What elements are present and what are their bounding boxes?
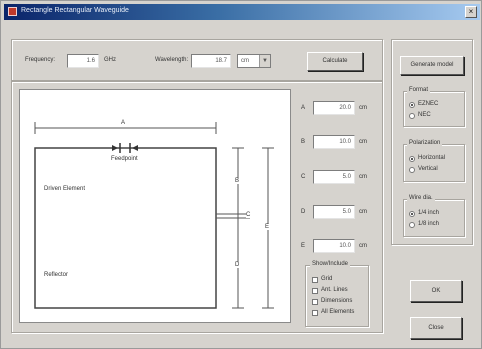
show-include-title: Show/Include (310, 261, 351, 267)
dim-e-label: E (265, 224, 270, 230)
driven-element-label: Driven Element (44, 186, 86, 192)
wavelength-label: Wavelength: (155, 57, 189, 63)
format-group (403, 91, 465, 127)
dim-a-input[interactable]: 20.0 (313, 101, 355, 115)
ok-button[interactable]: OK (410, 280, 462, 302)
dim-d-unit: cm (359, 209, 367, 215)
dim-a-unit: cm (359, 105, 367, 111)
wavelength-input[interactable]: 18.7 (191, 54, 231, 68)
frequency-unit: GHz (104, 57, 116, 63)
dim-d-field-label: D (301, 209, 306, 215)
dim-a-label: A (121, 120, 126, 126)
dim-d-input[interactable]: 5.0 (313, 205, 355, 219)
app-icon (8, 7, 17, 16)
dim-e-unit: cm (359, 243, 367, 249)
frequency-label: Frequency: (25, 57, 56, 63)
antenna-diagram: A Feedpoint Driven Element Reflector B D… (19, 89, 291, 323)
format-title: Format (407, 87, 431, 93)
format-radio-nec[interactable] (409, 113, 415, 119)
dim-b-unit: cm (359, 139, 367, 145)
wire-dia-group (403, 199, 465, 237)
polarization-radio-vertical[interactable] (409, 167, 415, 173)
wire-dia-radio-eighth-label: 1/8 inch (418, 221, 440, 227)
dim-c-input[interactable]: 5.0 (313, 170, 355, 184)
dim-a-field-label: A (301, 105, 306, 111)
checkbox-grid[interactable] (312, 277, 318, 283)
frequency-input[interactable]: 1.6 (67, 54, 99, 68)
show-include-group (305, 265, 369, 327)
checkbox-all-elements-label: All Elements (321, 309, 355, 315)
feedpoint-label: Feedpoint (111, 156, 138, 162)
wavelength-unit-select[interactable]: cm ▼ (237, 54, 271, 68)
calculate-button[interactable]: Calculate (307, 52, 363, 71)
dim-e-field-label: E (301, 243, 306, 249)
polarization-radio-horizontal[interactable] (409, 156, 415, 162)
wire-dia-radio-quarter-label: 1/4 inch (418, 210, 440, 216)
window-title: Rectangle Rectangular Waveguide (21, 7, 129, 14)
dim-c-label: C (246, 212, 251, 218)
polarization-radio-vertical-label: Vertical (418, 166, 438, 172)
dim-d-label: D (235, 262, 240, 268)
dim-b-field-label: B (301, 139, 306, 145)
dialog-window: Rectangle Rectangular Waveguide × Freque… (0, 0, 482, 349)
feedpoint-arrow-right (132, 145, 138, 151)
polarization-group (403, 144, 465, 182)
wire-dia-title: Wire dia. (407, 195, 435, 201)
feedpoint-arrow-left (112, 145, 118, 151)
checkbox-dimensions-label: Dimensions (321, 298, 353, 304)
dim-e-input[interactable]: 10.0 (313, 239, 355, 253)
format-radio-nec-label: NEC (418, 112, 431, 118)
dim-b-label: B (235, 178, 240, 184)
element-rectangle (34, 147, 217, 309)
diagram-svg (34, 122, 274, 309)
close-icon[interactable]: × (465, 6, 477, 18)
format-radio-eznec-label: EZNEC (418, 101, 439, 107)
checkbox-dimensions[interactable] (312, 299, 318, 305)
checkbox-ant-lines-label: Ant. Lines (321, 287, 348, 293)
format-radio-eznec[interactable] (409, 102, 415, 108)
generate-model-button[interactable]: Generate model (400, 56, 464, 75)
checkbox-grid-label: Grid (321, 276, 333, 282)
dim-c-unit: cm (359, 174, 367, 180)
close-button[interactable]: Close (410, 317, 462, 339)
checkbox-all-elements[interactable] (312, 310, 318, 316)
wire-dia-radio-eighth[interactable] (409, 222, 415, 228)
checkbox-ant-lines[interactable] (312, 288, 318, 294)
chevron-down-icon[interactable]: ▼ (259, 55, 270, 67)
polarization-radio-horizontal-label: Horizontal (418, 155, 446, 161)
dim-c-field-label: C (301, 174, 306, 180)
title-bar: Rectangle Rectangular Waveguide × (4, 4, 480, 20)
dim-b-input[interactable]: 10.0 (313, 135, 355, 149)
reflector-label: Reflector (44, 272, 69, 278)
wavelength-unit-value: cm (241, 58, 249, 64)
wire-dia-radio-quarter[interactable] (409, 211, 415, 217)
polarization-title: Polarization (407, 140, 443, 146)
